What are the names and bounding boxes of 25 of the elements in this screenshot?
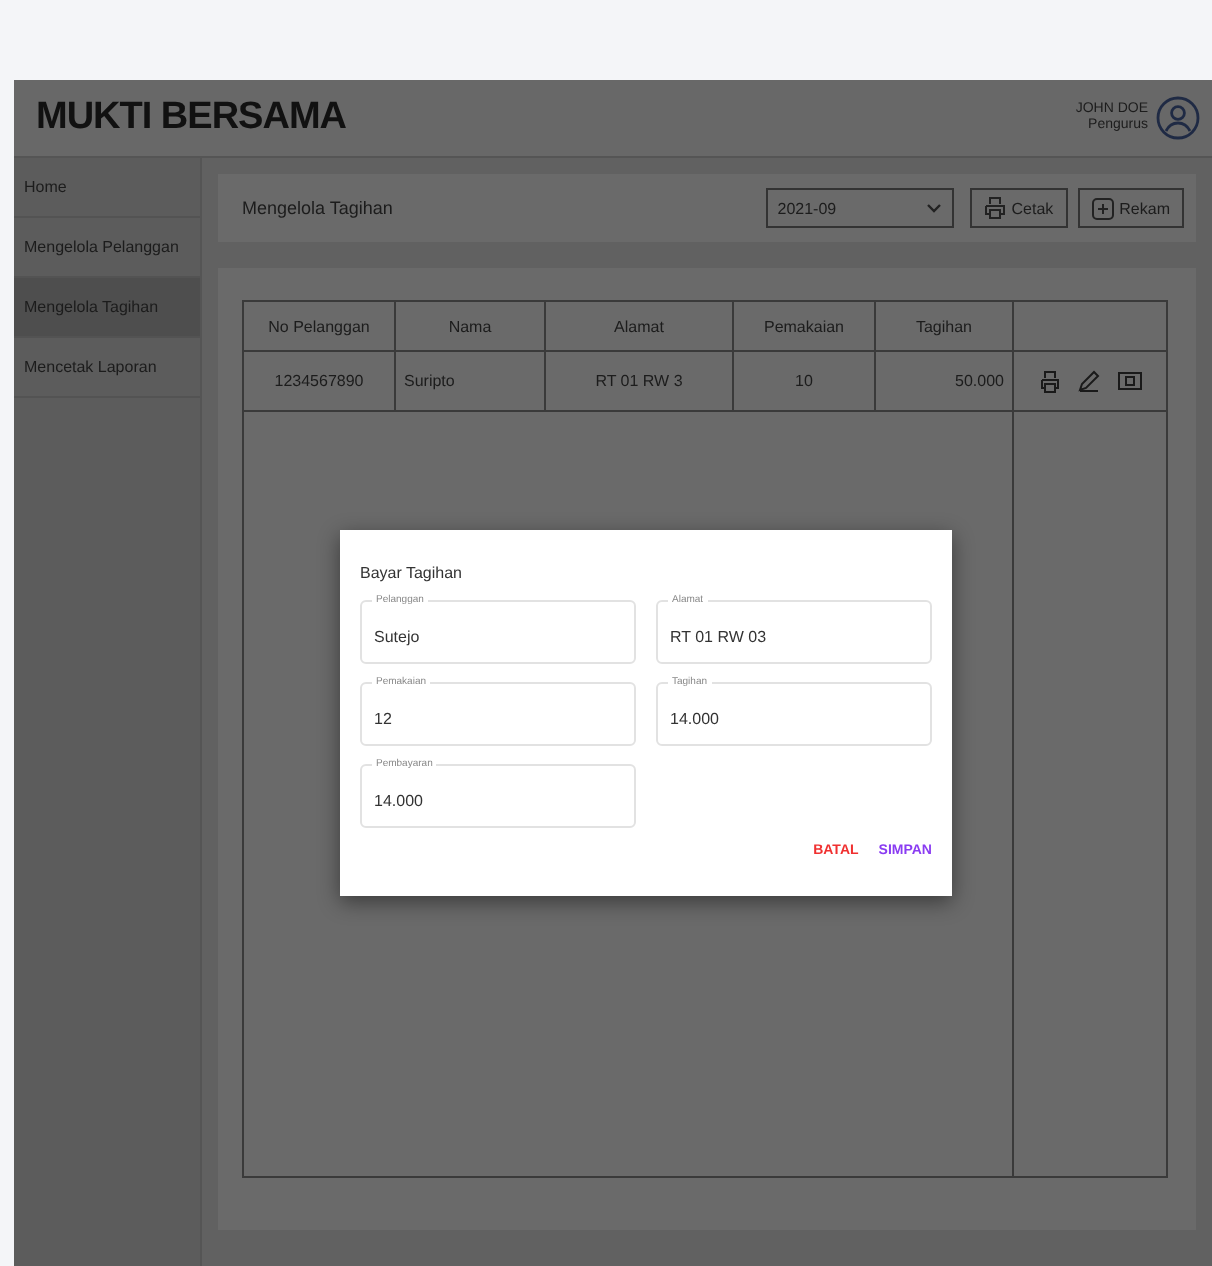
plus-square-icon (1091, 197, 1114, 219)
app-title: MUKTI BERSAMA (36, 96, 346, 140)
sidebar-item[interactable]: Home (14, 158, 200, 218)
banknote-icon[interactable] (1117, 372, 1141, 390)
column-header: Nama (396, 302, 546, 352)
table-cell: RT 01 RW 3 (595, 372, 683, 390)
column-header: Tagihan (876, 302, 1014, 352)
chevron-down-icon (925, 202, 942, 214)
dialog-title: Bayar Tagihan (360, 564, 464, 582)
print-button[interactable]: Cetak (969, 188, 1068, 228)
period-select[interactable]: 2021-09 (765, 188, 954, 228)
printer-icon[interactable] (1039, 369, 1059, 393)
table-cell: Suripto (404, 372, 455, 390)
column-header: No Pelanggan (244, 302, 396, 352)
sidebar-item[interactable]: Mencetak Laporan (14, 338, 200, 398)
add-button[interactable]: Rekam (1077, 188, 1184, 228)
page-title: Mengelola Tagihan (242, 198, 395, 218)
column-header: Alamat (546, 302, 734, 352)
table-cell: 50.000 (955, 372, 1004, 390)
printer-icon (983, 196, 1006, 220)
column-header: Pemakaian (734, 302, 876, 352)
edit-icon[interactable] (1077, 370, 1099, 392)
table-cell: 1234567890 (274, 372, 364, 390)
user-avatar-icon[interactable] (1156, 96, 1200, 140)
table-cell: 10 (795, 372, 813, 390)
